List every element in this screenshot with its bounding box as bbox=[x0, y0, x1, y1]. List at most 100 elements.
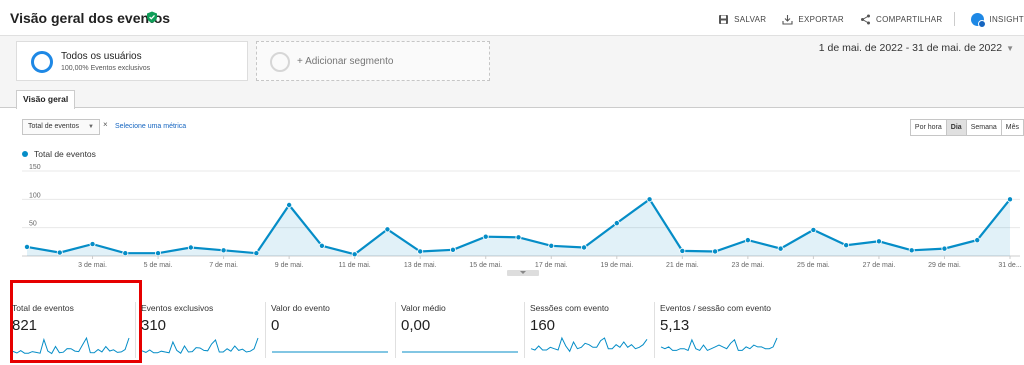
report-actions: SALVAR EXPORTAR COMPARTILHAR INSIGHT bbox=[702, 11, 1024, 28]
data-point bbox=[253, 250, 260, 257]
data-point bbox=[155, 250, 162, 257]
chevron-down-icon: ▼ bbox=[88, 124, 94, 130]
scorecard-sparkline bbox=[12, 336, 130, 355]
share-button[interactable]: COMPARTILHAR bbox=[860, 14, 942, 25]
segment-detail: 100,00% Eventos exclusivos bbox=[61, 65, 151, 72]
metric-dropdown[interactable]: Total de eventos ▼ bbox=[22, 119, 100, 135]
x-tick-label: 11 de mai. bbox=[339, 262, 371, 269]
x-tick-label: 7 de mai. bbox=[209, 262, 238, 269]
metric-dropdown-value: Total de eventos bbox=[28, 123, 79, 130]
data-point bbox=[646, 196, 653, 203]
sparkline-series bbox=[141, 337, 259, 354]
x-tick-label: 9 de mai. bbox=[275, 262, 304, 269]
data-point bbox=[875, 238, 882, 245]
scorecard-sparkline bbox=[272, 351, 388, 353]
verified-shield-icon bbox=[147, 11, 157, 23]
scorecard-value: 310 bbox=[141, 317, 167, 334]
x-tick-label: 27 de mai. bbox=[863, 262, 896, 269]
insights-icon bbox=[971, 12, 987, 28]
segment-placeholder-icon bbox=[270, 52, 290, 72]
save-button[interactable]: SALVAR bbox=[718, 14, 766, 25]
data-point bbox=[843, 242, 850, 249]
scorecard-label: Eventos exclusivos bbox=[141, 303, 214, 313]
data-point bbox=[482, 233, 489, 240]
segment-all-users[interactable]: Todos os usuários 100,00% Eventos exclus… bbox=[16, 41, 248, 81]
data-point bbox=[613, 220, 620, 227]
data-point bbox=[122, 250, 129, 257]
date-range-picker[interactable]: 1 de mai. de 2022 - 31 de mai. de 2022 ▼ bbox=[819, 42, 1014, 54]
x-tick-label: 19 de mai. bbox=[600, 262, 633, 269]
scorecard-item[interactable]: Eventos / sessão com evento 5,13 bbox=[654, 300, 782, 360]
export-label: EXPORTAR bbox=[798, 14, 845, 24]
tab-bar: Visão geral bbox=[0, 88, 1024, 109]
data-point bbox=[384, 226, 391, 233]
scorecard-item[interactable]: Sessões com evento 160 bbox=[524, 300, 652, 360]
save-icon bbox=[719, 14, 729, 24]
scorecard-item[interactable]: Total de eventos 821 bbox=[12, 300, 134, 360]
x-tick-label: 25 de mai. bbox=[797, 262, 830, 269]
data-point bbox=[417, 248, 424, 255]
period-toggle: Por hora Dia Semana Mês bbox=[909, 119, 1024, 136]
export-button[interactable]: EXPORTAR bbox=[782, 14, 844, 25]
data-point bbox=[810, 226, 817, 233]
period-week-button[interactable]: Semana bbox=[965, 120, 1001, 135]
legend-label: Total de eventos bbox=[34, 149, 96, 159]
data-point bbox=[23, 243, 30, 250]
scorecard-label: Eventos / sessão com evento bbox=[660, 303, 772, 313]
scorecard-label: Valor médio bbox=[401, 303, 446, 313]
legend-dot-icon bbox=[22, 151, 28, 157]
scorecard-sparkline bbox=[660, 337, 778, 352]
scorecard-label: Sessões com evento bbox=[530, 303, 609, 313]
report-header: Visão geral dos eventos SALVAR EXPORTAR … bbox=[0, 0, 1024, 36]
insights-label: INSIGHT bbox=[989, 14, 1024, 24]
data-point bbox=[56, 249, 63, 256]
scorecard-value: 5,13 bbox=[660, 317, 690, 334]
scorecard-label: Valor do evento bbox=[271, 303, 330, 313]
x-tick-label: 3 de mai. bbox=[78, 262, 107, 269]
select-metric-link[interactable]: Selecione uma métrica bbox=[115, 123, 186, 130]
sparkline-series bbox=[530, 336, 648, 353]
data-point bbox=[712, 248, 719, 255]
scorecard-sparkline bbox=[402, 351, 518, 353]
period-day-button[interactable]: Dia bbox=[945, 120, 966, 135]
insights-button[interactable]: INSIGHT bbox=[971, 12, 1024, 28]
chevron-down-icon: ▼ bbox=[1006, 44, 1014, 53]
y-tick-label: 150 bbox=[29, 164, 41, 171]
segment-name: Todos os usuários bbox=[61, 51, 142, 62]
x-tick-label: 13 de mai. bbox=[404, 262, 437, 269]
data-point bbox=[187, 244, 194, 251]
data-point bbox=[744, 237, 751, 244]
data-point bbox=[777, 245, 784, 252]
scorecard-item[interactable]: Eventos exclusivos 310 bbox=[135, 300, 263, 360]
chart-legend: Total de eventos bbox=[22, 149, 96, 159]
collapse-chart-handle[interactable] bbox=[507, 270, 539, 276]
data-point bbox=[89, 241, 96, 248]
x-tick-label: 23 de mai. bbox=[732, 262, 765, 269]
segment-ring-icon bbox=[31, 51, 53, 73]
toolbar-divider bbox=[954, 12, 956, 26]
remove-metric-icon[interactable]: × bbox=[103, 120, 108, 129]
sparkline-series bbox=[12, 336, 130, 355]
period-month-button[interactable]: Mês bbox=[1000, 120, 1023, 135]
data-point bbox=[679, 247, 686, 254]
y-tick-label: 50 bbox=[29, 221, 37, 228]
data-point bbox=[941, 245, 948, 252]
sparkline-series bbox=[660, 337, 778, 352]
scorecard-divider bbox=[395, 302, 396, 358]
data-point bbox=[286, 202, 293, 209]
scorecard-value: 0 bbox=[271, 317, 280, 334]
scorecard-sparkline bbox=[530, 336, 648, 353]
data-point bbox=[515, 234, 522, 241]
date-range-label: 1 de mai. de 2022 - 31 de mai. de 2022 bbox=[818, 42, 1003, 54]
add-segment-button[interactable]: + Adicionar segmento bbox=[256, 41, 490, 81]
tab-visao-geral[interactable]: Visão geral bbox=[16, 90, 76, 109]
scorecard-item[interactable]: Valor médio 0,00 bbox=[395, 300, 523, 360]
scorecard-divider bbox=[135, 302, 136, 358]
events-line-chart: 50 100 150 3 de mai. 5 de mai. 7 de mai. 9 de … bbox=[22, 164, 1022, 269]
data-point bbox=[1007, 196, 1014, 203]
scorecard-divider bbox=[524, 302, 525, 358]
scorecard-item[interactable]: Valor do evento 0 bbox=[265, 300, 393, 360]
period-hour-button[interactable]: Por hora bbox=[910, 120, 946, 135]
x-tick-label: 29 de mai. bbox=[928, 262, 961, 269]
y-tick-label: 100 bbox=[29, 192, 41, 199]
